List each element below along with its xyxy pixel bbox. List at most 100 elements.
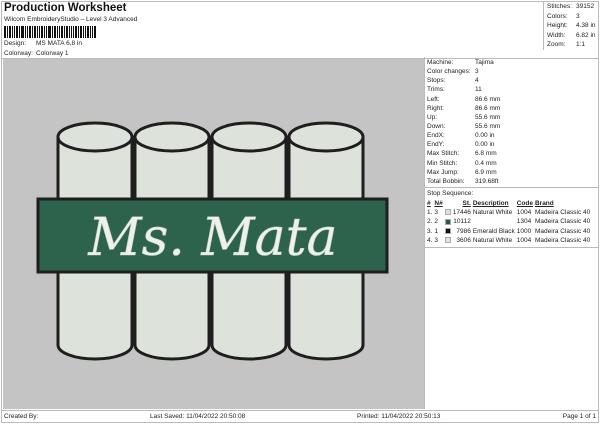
stitch-count: 3606	[456, 237, 471, 244]
stop-row: 2. 2 10112 1304 Madeira Classic 40	[427, 217, 592, 226]
needle-num: 1	[434, 227, 439, 235]
col-n: N#	[434, 199, 443, 207]
info-value: 6.8 mm	[475, 150, 497, 158]
stat-label: Stitches:	[547, 3, 572, 10]
printed-date: Printed: 11/04/2022 20:50:13	[357, 413, 441, 420]
info-row: Right: 86.6 mm	[427, 105, 598, 114]
stat-row: Zoom: 1:1	[547, 41, 599, 51]
stop-row: 4. 3 3606 Natural White 1004 Madeira Cla…	[427, 236, 592, 245]
divider	[425, 247, 598, 249]
thread-brand: Madeira Classic 40	[534, 227, 591, 235]
barcode	[4, 26, 117, 38]
created-by: Created By:	[4, 413, 39, 420]
info-label: Right:	[427, 104, 444, 112]
info-label: EndX:	[427, 132, 445, 140]
stat-label: Zoom:	[547, 41, 566, 48]
software-subtitle: Wilcom EmbroideryStudio – Level 3 Advanc…	[4, 16, 138, 23]
info-row: Down: 55.6 mm	[427, 123, 598, 132]
colorway-label: Colorway:	[4, 50, 33, 57]
info-row: Left: 86.6 mm	[427, 96, 598, 105]
stitch-count: 17446	[452, 209, 471, 217]
cylinder-top	[56, 121, 134, 153]
info-label: Stops:	[427, 77, 446, 85]
thread-code: 1304	[516, 218, 532, 226]
info-value: 55.6 mm	[475, 113, 501, 121]
col-description: Description	[472, 199, 509, 207]
thread-code: 1004	[516, 237, 532, 244]
stop-sequence-title: Stop Sequence:	[425, 186, 598, 197]
info-row: Color changes: 3	[427, 68, 598, 77]
info-label: Min Stitch:	[427, 159, 458, 167]
info-value: 86.6 mm	[475, 95, 501, 103]
info-row: Machine: Tajima	[427, 59, 598, 68]
cylinder-top	[287, 121, 365, 153]
info-row: Stops: 4	[427, 77, 598, 86]
info-row: Max Stitch: 6.8 mm	[427, 150, 598, 159]
stat-label: Width:	[547, 31, 566, 39]
stat-row: Width: 6.82 in	[547, 32, 599, 42]
info-value: 4	[475, 77, 479, 85]
info-panel: Machine: Tajima Color changes: 3 Stops: 4 Trim…	[424, 57, 598, 409]
col-brand: Brand	[534, 199, 554, 207]
color-swatch	[444, 237, 451, 244]
stitch-count: 7986	[456, 227, 471, 235]
info-value: 3	[475, 68, 479, 76]
stat-label: Colors:	[547, 12, 568, 20]
stat-label: Height:	[547, 22, 568, 29]
info-label: EndY:	[427, 141, 445, 149]
info-row: Min Stitch: 0.4 mm	[427, 160, 598, 169]
design-preview: Ms. Mata	[3, 59, 424, 409]
cylinder-top	[133, 121, 211, 153]
col-code: Code	[516, 199, 533, 207]
cylinder-top	[210, 121, 288, 153]
needle-num: 3	[434, 237, 439, 244]
stop-num: 3.	[427, 227, 433, 235]
design-label: Design:	[4, 40, 27, 47]
info-label: Total Bobbin:	[427, 177, 465, 185]
thread-brand: Madeira Classic 40	[534, 218, 591, 226]
stop-sequence-table: # N# St. Description Code Brand 1. 3 174…	[427, 199, 592, 245]
embroidery-design: Ms. Mata	[36, 121, 389, 361]
info-row: EndY: 0.00 in	[427, 141, 598, 150]
last-saved: Last Saved: 11/04/2022 20:50:08	[150, 413, 246, 420]
page-title: Production Worksheet	[4, 2, 127, 14]
info-value: 55.6 mm	[475, 122, 501, 130]
info-label: Up:	[427, 113, 438, 121]
stat-row: Height: 4.38 in	[547, 22, 599, 32]
design-row: Design: MS MATA 6,8 in	[4, 40, 82, 47]
stitch-count: 10112	[453, 218, 471, 226]
info-value: Tajima	[475, 59, 494, 66]
info-label: Left:	[427, 95, 440, 103]
info-label: Max Stitch:	[427, 150, 460, 158]
info-label: Max Jump:	[427, 168, 459, 176]
stats-box: Stitches: 39152 Colors: 3 Height: 4.38 in Widt…	[543, 1, 599, 50]
color-swatch	[444, 209, 451, 216]
info-label: Down:	[427, 122, 446, 130]
stop-row: 3. 1 7986 Emerald Black 1000 Madeira Cla…	[427, 227, 592, 236]
page-number: Page 1 of 1	[562, 413, 596, 420]
stop-row: 1. 3 17446 Natural White 1004 Madeira Cl…	[427, 208, 592, 217]
info-label: Color changes:	[427, 68, 471, 76]
stat-value: 3	[576, 12, 580, 20]
thread-description: Natural White	[472, 237, 513, 244]
info-value: 6.9 mm	[475, 168, 497, 176]
banner-lettering: Ms. Mata	[87, 208, 337, 268]
info-value: 319.68ft	[475, 177, 499, 185]
info-row: Trims: 11	[427, 86, 598, 95]
design-value: MS MATA 6,8 in	[36, 40, 82, 47]
info-value: 0.00 in	[475, 141, 495, 149]
info-value: 0.00 in	[475, 132, 495, 140]
colorway-value: Colorway 1	[36, 50, 69, 57]
stat-value: 4.38 in	[576, 22, 596, 29]
machine-info: Machine: Tajima Color changes: 3 Stops: 4 Trim…	[425, 57, 598, 187]
col-st: St.	[462, 199, 471, 207]
info-row: Up: 55.6 mm	[427, 114, 598, 123]
stat-row: Colors: 3	[547, 13, 599, 23]
stop-num: 1.	[427, 209, 433, 217]
info-row: Total Bobbin: 319.68ft	[427, 178, 598, 187]
info-value: 0.4 mm	[475, 159, 497, 167]
stat-value: 6.82 in	[576, 31, 596, 39]
thread-brand: Madeira Classic 40	[534, 237, 591, 244]
stat-value: 39152	[576, 3, 595, 10]
colorway-row: Colorway: Colorway 1	[4, 50, 69, 57]
